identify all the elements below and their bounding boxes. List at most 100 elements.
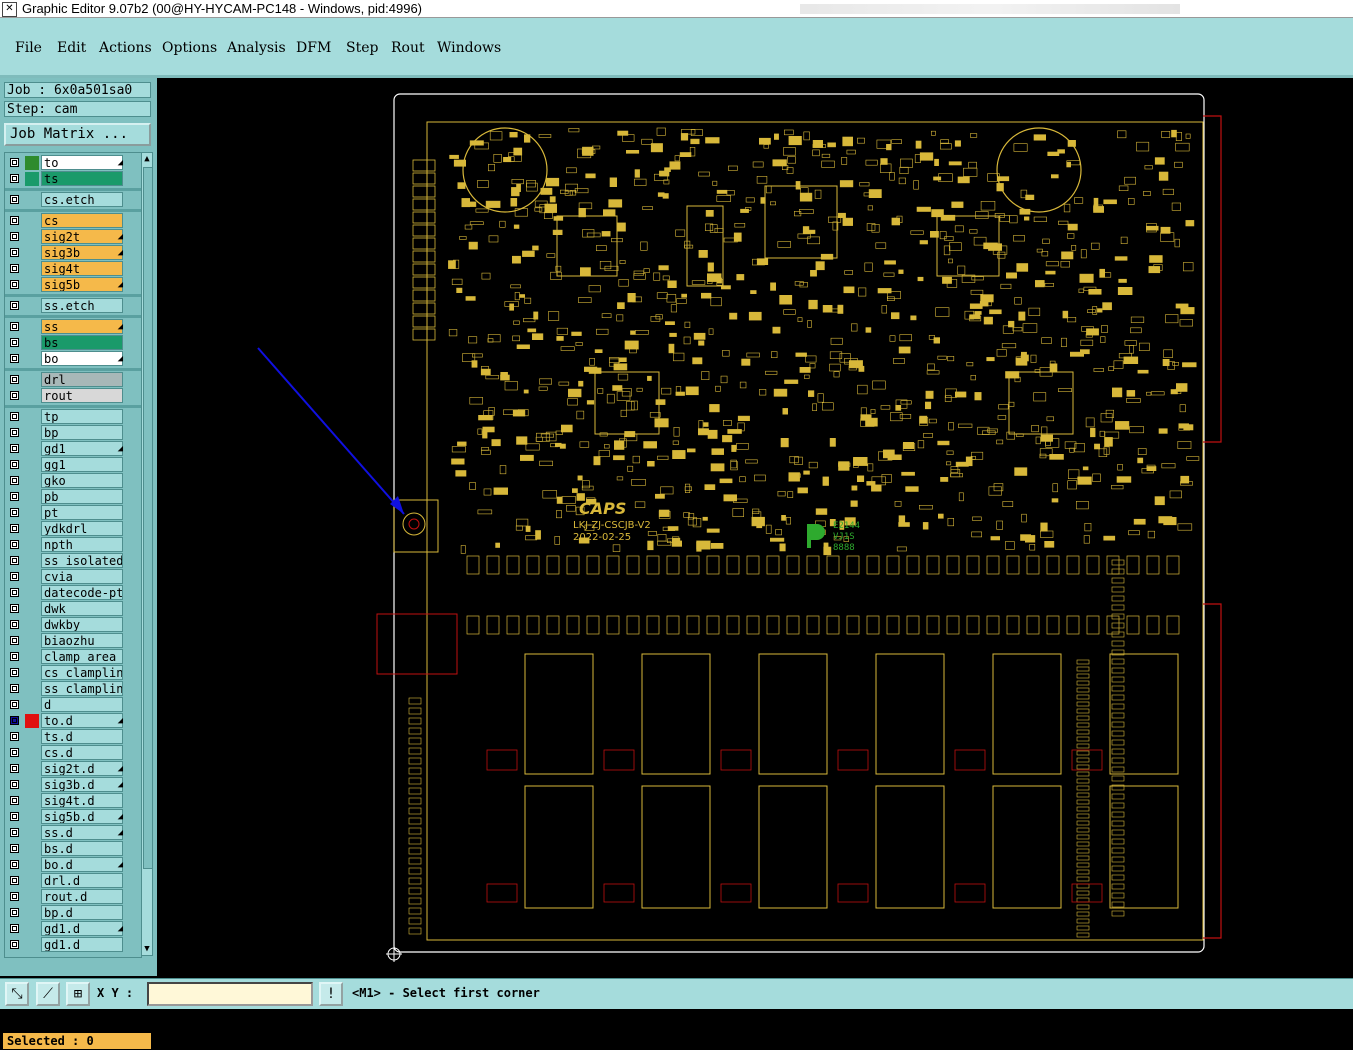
layer-name[interactable]: pt <box>41 505 123 520</box>
layer-row[interactable]: sig5b ◢ <box>5 277 141 293</box>
layer-row[interactable]: gd1.d <box>5 937 141 953</box>
layer-checkbox[interactable] <box>10 700 19 709</box>
layer-checkbox[interactable] <box>10 668 19 677</box>
layer-checkbox[interactable] <box>10 876 19 885</box>
layer-name[interactable]: ts.d <box>41 729 123 744</box>
layer-name[interactable]: sig2t.d <box>41 761 123 776</box>
layer-row[interactable]: cs.d <box>5 745 141 761</box>
layer-name[interactable]: sig4t <box>41 261 123 276</box>
layer-checkbox[interactable] <box>10 476 19 485</box>
scroll-up-icon[interactable]: ▲ <box>142 153 152 165</box>
layer-name[interactable]: bp <box>41 425 123 440</box>
layer-row[interactable]: bp <box>5 425 141 441</box>
layer-name[interactable]: cs.etch <box>41 192 123 207</box>
layer-name[interactable]: ss.d <box>41 825 123 840</box>
layer-checkbox[interactable] <box>10 796 19 805</box>
layer-name[interactable]: gd1 <box>41 441 123 456</box>
layer-row[interactable]: sig2t ◢ <box>5 229 141 245</box>
layer-name[interactable]: to <box>41 155 123 170</box>
layer-name[interactable]: drl.d <box>41 873 123 888</box>
layer-name[interactable]: sig3b.d <box>41 777 123 792</box>
layer-row[interactable]: dwk <box>5 601 141 617</box>
layer-row[interactable]: tp <box>5 409 141 425</box>
layer-row[interactable]: sig2t.d ◢ <box>5 761 141 777</box>
layer-name[interactable]: clamp_area <box>41 649 123 664</box>
menu-options[interactable]: Options <box>162 40 217 56</box>
layer-row[interactable]: gd1 ◢ <box>5 441 141 457</box>
layer-row[interactable]: bp.d <box>5 905 141 921</box>
layer-checkbox[interactable] <box>10 828 19 837</box>
layer-row[interactable]: drl.d <box>5 873 141 889</box>
menu-step[interactable]: Step <box>346 40 378 56</box>
menu-analysis[interactable]: Analysis <box>227 40 286 56</box>
layer-name[interactable]: sig4t.d <box>41 793 123 808</box>
layer-name[interactable]: rout <box>41 388 123 403</box>
layer-row[interactable]: ss ◢ <box>5 319 141 335</box>
layer-checkbox[interactable] <box>10 812 19 821</box>
layer-row[interactable]: datecode-ptc <box>5 585 141 601</box>
layer-row[interactable]: ydkdrl <box>5 521 141 537</box>
layer-name[interactable]: d <box>41 697 123 712</box>
pcb-board-view[interactable]: CAPS LKJ-ZJ-CSCJB-V22022-02-25 E2144VJ1S88… <box>157 78 1353 976</box>
menu-rout[interactable]: Rout <box>391 40 425 56</box>
layer-checkbox[interactable] <box>10 780 19 789</box>
layer-row[interactable]: ss.etch <box>5 298 141 314</box>
layer-name[interactable]: sig3b <box>41 245 123 260</box>
layer-row[interactable]: rout.d <box>5 889 141 905</box>
layer-name[interactable]: gg1 <box>41 457 123 472</box>
layer-row[interactable]: npth <box>5 537 141 553</box>
scrollbar-thumb[interactable] <box>143 167 153 869</box>
menu-file[interactable]: File <box>15 40 42 56</box>
layer-name[interactable]: ss.etch <box>41 298 123 313</box>
layer-row[interactable]: cs_clampline <box>5 665 141 681</box>
layer-checkbox[interactable] <box>10 354 19 363</box>
layer-checkbox[interactable] <box>10 248 19 257</box>
layer-checkbox[interactable] <box>10 444 19 453</box>
layer-row[interactable]: to.d ◢ <box>5 713 141 729</box>
layer-row[interactable]: bs.d <box>5 841 141 857</box>
layer-checkbox[interactable] <box>10 232 19 241</box>
layer-row[interactable]: gg1 <box>5 457 141 473</box>
layer-name[interactable]: ss <box>41 319 123 334</box>
layer-row[interactable]: drl <box>5 372 141 388</box>
layer-row[interactable]: clamp_area <box>5 649 141 665</box>
layer-name[interactable]: pb <box>41 489 123 504</box>
xy-input[interactable] <box>147 982 313 1006</box>
layer-name[interactable]: ss_clampline <box>41 681 123 696</box>
layer-checkbox[interactable] <box>10 174 19 183</box>
menu-dfm[interactable]: DFM <box>296 40 331 56</box>
layer-row[interactable]: sig5b.d ◢ <box>5 809 141 825</box>
layer-name[interactable]: dwkby <box>41 617 123 632</box>
layer-row[interactable]: cs.etch <box>5 192 141 208</box>
layer-row[interactable]: sig4t.d <box>5 793 141 809</box>
layer-name[interactable]: cs.d <box>41 745 123 760</box>
layer-color-swatch[interactable] <box>25 156 39 170</box>
layer-row[interactable]: gd1.d ◢ <box>5 921 141 937</box>
layer-row[interactable]: cvia <box>5 569 141 585</box>
graphic-canvas[interactable]: CAPS LKJ-ZJ-CSCJB-V2 2022-02-25 E2144 VJ1S 88… <box>157 78 1353 976</box>
scroll-down-icon[interactable]: ▼ <box>142 943 152 955</box>
layer-checkbox[interactable] <box>10 540 19 549</box>
layer-name[interactable]: datecode-ptc <box>41 585 123 600</box>
layer-checkbox[interactable] <box>10 620 19 629</box>
layer-row[interactable]: pb <box>5 489 141 505</box>
layer-row[interactable]: rout <box>5 388 141 404</box>
layer-name[interactable]: gko <box>41 473 123 488</box>
layer-name[interactable]: cs <box>41 213 123 228</box>
layer-name[interactable]: drl <box>41 372 123 387</box>
layer-checkbox[interactable] <box>10 391 19 400</box>
layer-name[interactable]: cs_clampline <box>41 665 123 680</box>
layer-name[interactable]: dwk <box>41 601 123 616</box>
layer-checkbox[interactable] <box>10 524 19 533</box>
layer-row[interactable]: dwkby <box>5 617 141 633</box>
layer-name[interactable]: bp.d <box>41 905 123 920</box>
zoom-box-icon[interactable]: ⤡ <box>5 982 29 1006</box>
layer-checkbox[interactable] <box>10 572 19 581</box>
layer-name[interactable]: bo.d <box>41 857 123 872</box>
layer-name[interactable]: bs <box>41 335 123 350</box>
layer-name[interactable]: bo <box>41 351 123 366</box>
layer-color-swatch[interactable] <box>25 172 39 186</box>
warning-icon[interactable]: ! <box>319 982 343 1006</box>
layer-row[interactable]: ss_isolated_ <box>5 553 141 569</box>
layer-checkbox[interactable] <box>10 264 19 273</box>
